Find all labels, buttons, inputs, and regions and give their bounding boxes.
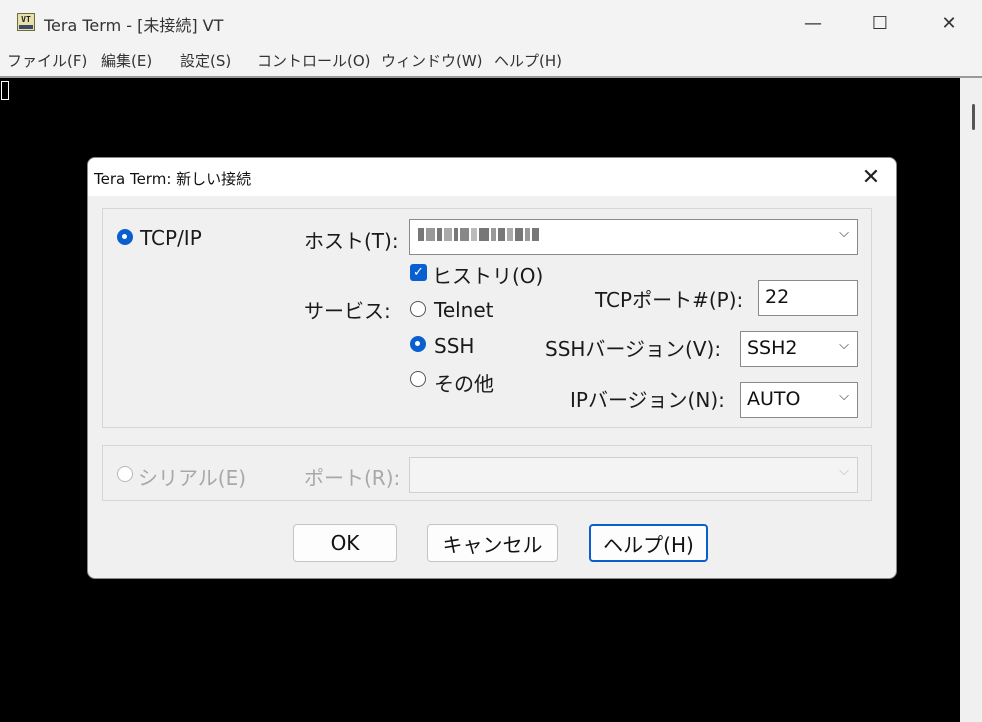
ip-version-value: AUTO	[747, 388, 801, 410]
host-combobox[interactable]: ⌵	[409, 219, 858, 255]
service-other-radio[interactable]	[410, 371, 426, 387]
menu-file[interactable]: ファイル(F)	[7, 50, 87, 71]
chevron-down-icon[interactable]: ⌵	[839, 389, 849, 404]
tcpip-radio-label[interactable]: TCP/IP	[140, 226, 202, 250]
ok-button[interactable]: OK	[293, 524, 397, 562]
ip-version-select[interactable]: AUTO ⌵	[740, 382, 858, 418]
chevron-down-icon[interactable]: ⌵	[839, 226, 849, 241]
menu-window[interactable]: ウィンドウ(W)	[381, 50, 483, 71]
terminal-cursor	[1, 81, 9, 100]
teraterm-app-icon[interactable]: VT	[17, 13, 35, 31]
history-checkbox[interactable]: ✓	[410, 264, 427, 281]
serial-radio[interactable]	[117, 466, 133, 482]
service-telnet-label[interactable]: Telnet	[434, 298, 494, 322]
dialog-close-button[interactable]: ✕	[856, 162, 886, 192]
tcp-port-input[interactable]: 22	[758, 280, 858, 316]
ip-version-label: IPバージョン(N):	[570, 388, 725, 412]
chevron-down-icon[interactable]: ⌵	[839, 464, 849, 479]
menu-setup[interactable]: 設定(S)	[180, 50, 231, 71]
tcpip-radio[interactable]	[117, 229, 133, 245]
new-connection-dialog: Tera Term: 新しい接続 ✕ TCP/IP ホスト(T): ⌵ ✓ ヒス…	[87, 157, 897, 579]
ssh-version-value: SSH2	[747, 337, 798, 359]
ssh-version-select[interactable]: SSH2 ⌵	[740, 331, 858, 367]
minimize-button[interactable]: —	[778, 0, 848, 46]
cancel-button[interactable]: キャンセル	[427, 524, 558, 562]
ssh-version-label: SSHバージョン(V):	[545, 337, 722, 361]
chevron-down-icon[interactable]: ⌵	[839, 338, 849, 353]
service-ssh-label[interactable]: SSH	[434, 334, 474, 358]
maximize-button[interactable]: ☐	[845, 0, 915, 46]
service-label: サービス:	[304, 299, 391, 323]
dialog-title: Tera Term: 新しい接続	[94, 170, 252, 188]
menu-help[interactable]: ヘルプ(H)	[494, 50, 562, 71]
vertical-scrollbar[interactable]	[960, 78, 982, 722]
tcp-port-label: TCPポート#(P):	[595, 288, 744, 312]
service-ssh-radio[interactable]	[410, 336, 426, 352]
host-value-redacted	[418, 228, 539, 241]
history-label[interactable]: ヒストリ(O)	[432, 260, 543, 289]
menu-control[interactable]: コントロール(O)	[257, 50, 371, 71]
service-other-label[interactable]: その他	[434, 368, 494, 397]
tcp-port-value: 22	[765, 286, 790, 308]
dialog-titlebar[interactable]: Tera Term: 新しい接続 ✕	[88, 158, 896, 196]
serial-port-label: ポート(R):	[304, 466, 401, 490]
help-button[interactable]: ヘルプ(H)	[589, 524, 708, 562]
serial-radio-label[interactable]: シリアル(E)	[138, 462, 246, 491]
scrollbar-thumb[interactable]	[972, 104, 975, 130]
service-telnet-radio[interactable]	[410, 301, 426, 317]
window-title: Tera Term - [未接続] VT	[44, 16, 224, 35]
serial-port-select[interactable]: ⌵	[409, 457, 858, 493]
window-titlebar[interactable]: VT Tera Term - [未接続] VT — ☐ ✕	[0, 0, 982, 46]
menubar: ファイル(F) 編集(E) 設定(S) コントロール(O) ウィンドウ(W) ヘ…	[0, 46, 982, 76]
host-label: ホスト(T):	[304, 229, 399, 253]
menu-edit[interactable]: 編集(E)	[101, 50, 152, 71]
close-window-button[interactable]: ✕	[914, 0, 982, 46]
